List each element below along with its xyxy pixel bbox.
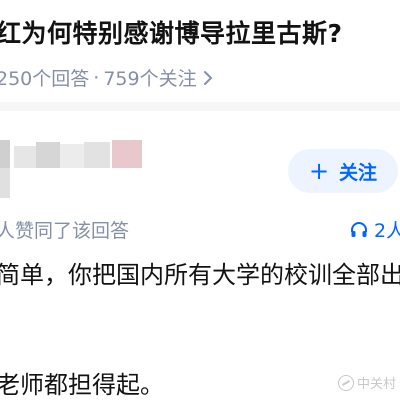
- plus-icon: +: [308, 157, 330, 185]
- chevron-right-icon[interactable]: [203, 70, 213, 86]
- author-info-blurred[interactable]: [0, 140, 146, 200]
- listen-button[interactable]: 2人: [350, 216, 400, 243]
- answer-line-2: 老师都担得起。: [0, 371, 164, 399]
- watermark-text: 中关村: [357, 377, 397, 392]
- question-meta[interactable]: 250个回答 · 759个关注: [0, 64, 213, 91]
- answer-line-1: 简单，你把国内所有大学的校训全部出: [0, 261, 400, 289]
- watermark: 中关村: [338, 373, 396, 392]
- watermark-logo-icon: [338, 374, 354, 391]
- section-divider: [0, 102, 400, 111]
- agree-count-text: 人赞同了该回答: [0, 220, 130, 242]
- followers-count: 759个关注: [103, 68, 197, 90]
- follow-button[interactable]: + 关注: [288, 149, 398, 193]
- follow-label: 关注: [339, 161, 378, 184]
- answers-count: 250个回答: [0, 68, 90, 90]
- meta-separator: ·: [93, 66, 100, 89]
- question-title[interactable]: 红为何特别感谢博导拉里古斯?: [0, 14, 343, 50]
- listen-count: 2人: [374, 220, 400, 242]
- headphones-icon: [351, 221, 367, 237]
